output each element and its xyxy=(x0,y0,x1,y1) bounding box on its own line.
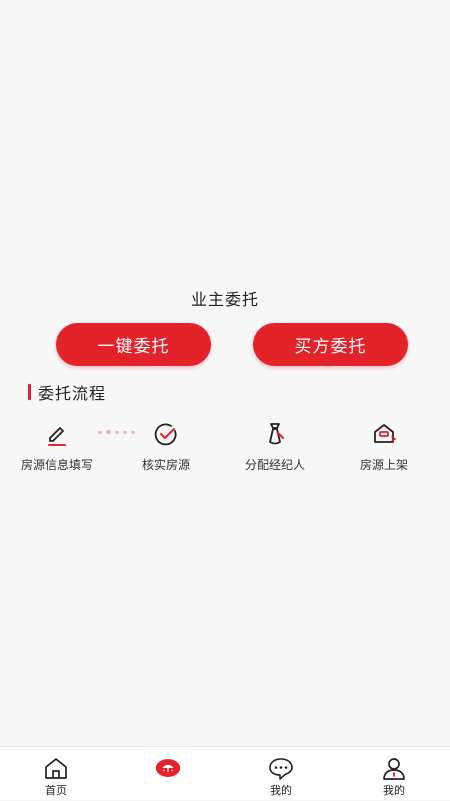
tab-label: 我的 xyxy=(383,784,405,797)
tab-label: 首页 xyxy=(45,784,67,797)
step-label: 房源上架 xyxy=(359,458,408,472)
listing-icon xyxy=(374,424,397,443)
tab-profile[interactable]: 我的 xyxy=(338,747,450,801)
tab-messages[interactable]: 我的 xyxy=(225,747,337,801)
section-accent-bar xyxy=(28,384,31,400)
step-verify-listing: 核实房源 xyxy=(114,420,218,473)
buyer-delegate-button[interactable]: 买方委托 xyxy=(253,323,408,366)
tab-label: 我的 xyxy=(270,784,292,797)
step-label: 房源信息填写 xyxy=(20,458,93,472)
step-assign-agent: 分配经纪人 xyxy=(223,420,327,473)
step-fill-info: 房源信息填写 xyxy=(5,420,109,473)
step-list-property: 房源上架 xyxy=(332,420,436,473)
tab-center[interactable] xyxy=(112,747,224,801)
tab-home[interactable]: 首页 xyxy=(0,747,112,801)
chat-bubble-icon xyxy=(269,758,293,780)
step-label: 核实房源 xyxy=(141,458,190,472)
user-icon xyxy=(383,758,405,780)
check-circle-icon xyxy=(154,423,177,446)
agent-icon xyxy=(269,423,284,445)
process-section-header: 委托流程 xyxy=(28,381,106,403)
edit-icon xyxy=(48,427,66,446)
page-title: 业主委托 xyxy=(190,290,259,309)
process-heading: 委托流程 xyxy=(38,384,107,403)
one-click-delegate-button[interactable]: 一键委托 xyxy=(56,323,211,366)
bottom-tab-bar: 首页 我的 我的 xyxy=(0,746,450,800)
step-label: 分配经纪人 xyxy=(244,458,305,472)
home-icon xyxy=(45,758,67,779)
center-badge-icon xyxy=(155,759,181,777)
